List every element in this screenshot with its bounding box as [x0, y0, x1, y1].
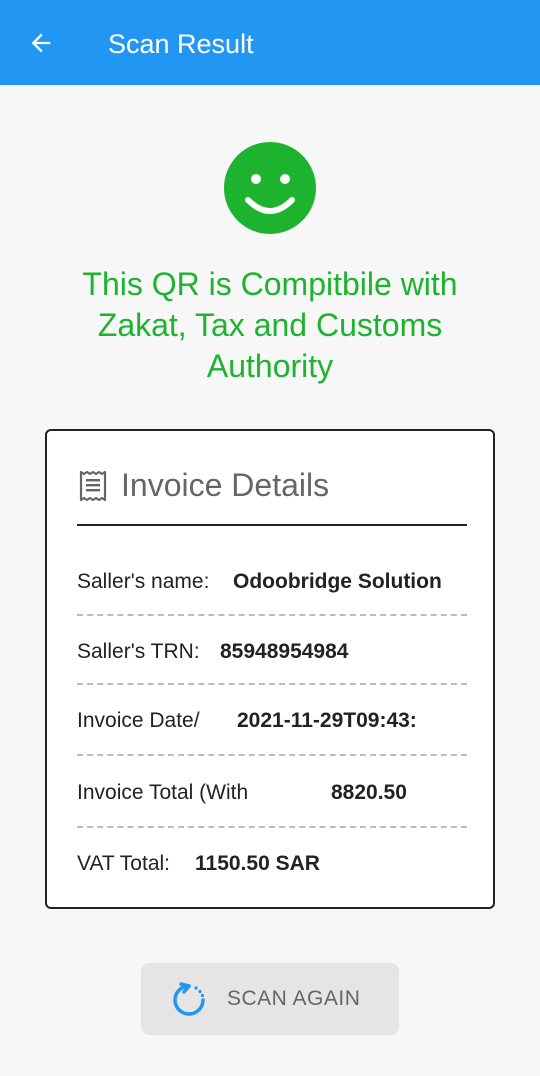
seller-name-value: Odoobridge Solution — [233, 570, 442, 593]
invoice-date-value: 2021-11-29T09:43: — [237, 709, 417, 732]
compatibility-message: This QR is Compitbile with Zakat, Tax an… — [82, 266, 458, 384]
seller-trn-label: Saller's TRN: — [77, 640, 200, 663]
divider — [77, 614, 467, 616]
divider — [77, 754, 467, 756]
smiley-icon — [224, 142, 316, 234]
divider — [77, 524, 467, 526]
scan-again-button[interactable]: SCAN AGAIN — [141, 963, 399, 1035]
invoice-details-header: Invoice Details — [79, 467, 329, 504]
vat-total-row: VAT Total: 1150.50 SAR — [77, 852, 467, 876]
invoice-details-title: Invoice Details — [121, 467, 330, 503]
invoice-total-value: 8820.50 — [331, 781, 407, 804]
invoice-total-label: Invoice Total (With — [77, 781, 249, 804]
vat-total-value: 1150.50 SAR — [195, 852, 320, 875]
scan-again-label: SCAN AGAIN — [227, 987, 361, 1010]
divider — [77, 826, 467, 828]
receipt-icon — [79, 470, 107, 501]
arrow-left-icon — [31, 33, 51, 53]
page-title: Scan Result — [108, 29, 254, 59]
refresh-icon — [173, 982, 205, 1016]
seller-trn-value: 85948954984 — [220, 640, 349, 663]
seller-name-label: Saller's name: — [77, 570, 210, 593]
app-bar: Scan Result — [0, 0, 540, 85]
invoice-date-row: Invoice Date/ 2021-11-29T09:43: — [77, 709, 467, 733]
invoice-details-card: Invoice Details Saller's name: Odoobridg… — [45, 429, 495, 909]
invoice-total-row: Invoice Total (With 8820.50 — [77, 781, 467, 805]
divider — [77, 683, 467, 685]
seller-name-row: Saller's name: Odoobridge Solution — [77, 570, 467, 594]
invoice-date-label: Invoice Date/ — [77, 709, 200, 732]
vat-total-label: VAT Total: — [77, 852, 170, 875]
back-button[interactable] — [20, 22, 62, 64]
seller-trn-row: Saller's TRN: 85948954984 — [77, 640, 467, 664]
